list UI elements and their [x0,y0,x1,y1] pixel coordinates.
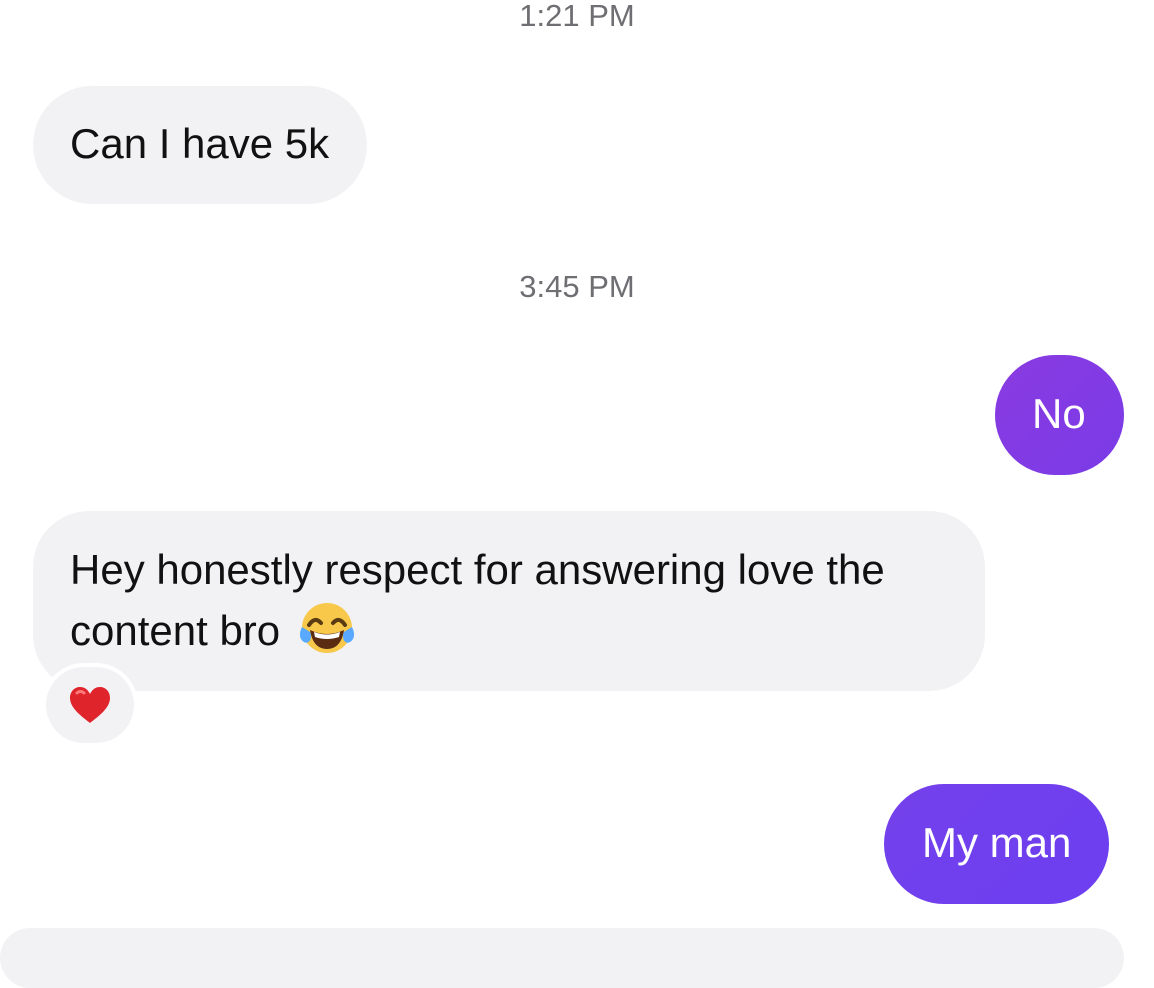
outgoing-message[interactable]: My man [884,784,1110,904]
timestamp-1: 1:21 PM [519,0,635,33]
incoming-message[interactable]: Hey honestly respect for answering love … [33,511,985,691]
message-text: Can I have 5k [70,120,330,167]
timestamp-2: 3:45 PM [519,269,635,304]
message-text: No [1032,390,1086,437]
incoming-message[interactable]: Can I have 5k [33,86,368,204]
message-reaction[interactable] [46,667,134,743]
message-text: My man [922,819,1072,866]
message-text: Hey honestly respect for answering love … [70,546,885,654]
next-message-bubble [0,928,1124,988]
red-heart-icon [70,687,110,723]
outgoing-message[interactable]: No [995,355,1124,475]
laughing-with-tears-icon [298,599,356,657]
